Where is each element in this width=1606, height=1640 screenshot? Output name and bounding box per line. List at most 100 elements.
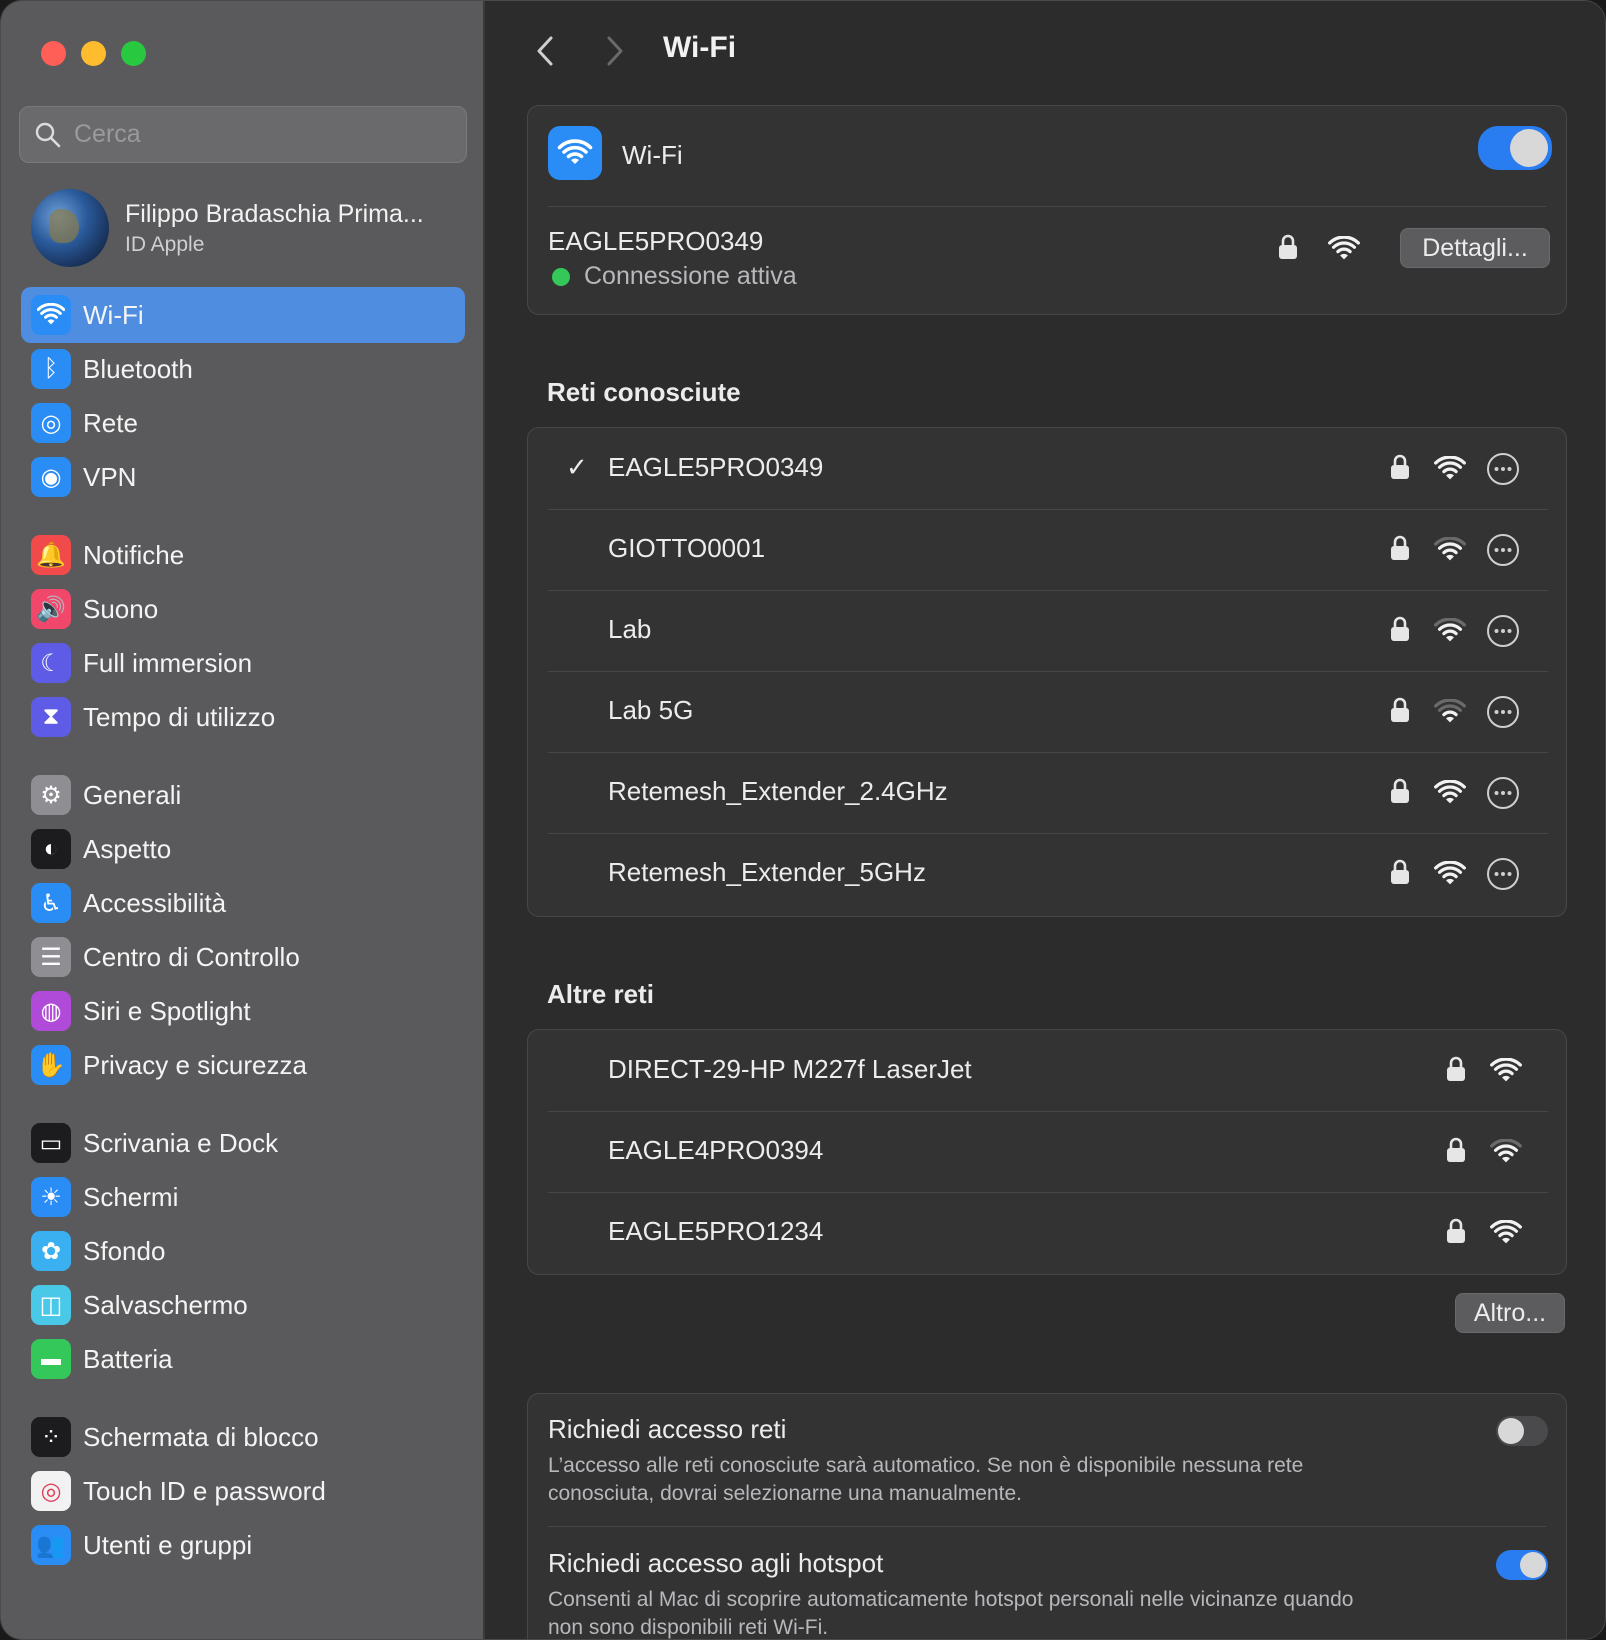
sidebar-item-label: Notifiche bbox=[83, 539, 185, 570]
avatar bbox=[31, 189, 109, 267]
other-network-row[interactable]: EAGLE4PRO0394 bbox=[528, 1111, 1568, 1193]
sidebar-item-wi-fi[interactable]: Wi-Fi bbox=[21, 287, 465, 343]
more-options-icon[interactable] bbox=[1486, 857, 1520, 896]
ask-networks-title: Richiedi accesso reti bbox=[548, 1414, 787, 1444]
sidebar-item-generali[interactable]: ⚙ Generali bbox=[21, 767, 465, 823]
details-button[interactable]: Dettagli... bbox=[1400, 228, 1550, 268]
ask-hotspots-toggle[interactable] bbox=[1496, 1550, 1548, 1580]
current-network-name: EAGLE5PRO0349 bbox=[548, 226, 764, 256]
sidebar-item-label: Generali bbox=[83, 779, 182, 810]
known-network-row[interactable]: GIOTTO0001 bbox=[528, 509, 1568, 591]
sidebar-item-touch-id-e-password[interactable]: ◎ Touch ID e password bbox=[21, 1463, 465, 1519]
close-window-button[interactable] bbox=[41, 41, 66, 66]
ask-hotspots-description: Consenti al Mac di scoprire automaticame… bbox=[548, 1588, 1354, 1639]
search-field[interactable] bbox=[19, 106, 467, 163]
more-options-icon[interactable] bbox=[1486, 695, 1520, 734]
ask-networks-description: L’accesso alle reti conosciute sarà auto… bbox=[548, 1454, 1304, 1505]
more-options-icon[interactable] bbox=[1486, 452, 1520, 491]
users-icon: 👥 bbox=[31, 1525, 71, 1565]
sun-icon: ☀ bbox=[31, 1177, 71, 1217]
accessibility-icon: ♿ bbox=[31, 883, 71, 923]
sidebar-item-sfondo[interactable]: ✿ Sfondo bbox=[21, 1223, 465, 1279]
sidebar-item-label: Aspetto bbox=[83, 833, 172, 864]
wifi-icon bbox=[31, 295, 71, 335]
more-options-icon[interactable] bbox=[1486, 533, 1520, 572]
sidebar-item-label: Accessibilità bbox=[83, 887, 227, 918]
other-network-row[interactable]: DIRECT-29-HP M227f LaserJet bbox=[528, 1030, 1568, 1112]
network-name: GIOTTO0001 bbox=[608, 533, 766, 563]
sidebar-item-tempo-di-utilizzo[interactable]: ⧗ Tempo di utilizzo bbox=[21, 689, 465, 745]
sidebar-item-privacy-e-sicurezza[interactable]: ✋ Privacy e sicurezza bbox=[21, 1037, 465, 1093]
sidebar-item-label: Salvaschermo bbox=[83, 1289, 248, 1320]
zoom-window-button[interactable] bbox=[121, 41, 146, 66]
sidebar-item-siri-e-spotlight[interactable]: ◍ Siri e Spotlight bbox=[21, 983, 465, 1039]
known-network-row[interactable]: Lab 5G bbox=[528, 671, 1568, 753]
sidebar-item-schermi[interactable]: ☀ Schermi bbox=[21, 1169, 465, 1225]
hourglass-icon: ⧗ bbox=[31, 697, 71, 737]
known-network-row[interactable]: ✓ EAGLE5PRO0349 bbox=[528, 428, 1568, 510]
lock-icon bbox=[1390, 535, 1410, 566]
lock-icon bbox=[1446, 1137, 1466, 1168]
sidebar-item-notifiche[interactable]: 🔔 Notifiche bbox=[21, 527, 465, 583]
back-button[interactable] bbox=[527, 31, 563, 71]
sidebar-item-full-immersion[interactable]: ☾ Full immersion bbox=[21, 635, 465, 691]
search-input[interactable] bbox=[74, 120, 454, 149]
other-button[interactable]: Altro... bbox=[1455, 1293, 1565, 1333]
sidebar-item-label: Centro di Controllo bbox=[83, 941, 300, 972]
wifi-signal-icon bbox=[1434, 617, 1466, 649]
bluetooth-icon: ᛒ bbox=[31, 349, 71, 389]
sidebar-item-centro-di-controllo[interactable]: ☰ Centro di Controllo bbox=[21, 929, 465, 985]
lock-icon bbox=[1446, 1056, 1466, 1087]
globe-icon: ◎ bbox=[31, 403, 71, 443]
lock-icon bbox=[1390, 616, 1410, 647]
sidebar-item-bluetooth[interactable]: ᛒ Bluetooth bbox=[21, 341, 465, 397]
sidebar-item-vpn[interactable]: ◉ VPN bbox=[21, 449, 465, 505]
sidebar-item-label: Batteria bbox=[83, 1343, 173, 1374]
lock-icon bbox=[1390, 697, 1410, 728]
sidebar-item-salvaschermo[interactable]: ◫ Salvaschermo bbox=[21, 1277, 465, 1333]
gear-icon: ⚙ bbox=[31, 775, 71, 815]
sidebar-item-suono[interactable]: 🔊 Suono bbox=[21, 581, 465, 637]
sidebar-item-label: Full immersion bbox=[83, 647, 253, 678]
fingerprint-icon: ◎ bbox=[31, 1471, 71, 1511]
known-network-row[interactable]: Retemesh_Extender_2.4GHz bbox=[528, 752, 1568, 834]
sidebar-item-label: VPN bbox=[83, 461, 137, 492]
apple-id-profile[interactable]: Filippo Bradaschia Prima... ID Apple bbox=[31, 189, 461, 267]
other-networks-list: DIRECT-29-HP M227f LaserJet EAGLE4PRO0394… bbox=[527, 1029, 1567, 1275]
known-network-row[interactable]: Retemesh_Extender_5GHz bbox=[528, 833, 1568, 915]
sidebar-item-rete[interactable]: ◎ Rete bbox=[21, 395, 465, 451]
minimize-window-button[interactable] bbox=[81, 41, 106, 66]
forward-button[interactable] bbox=[597, 31, 633, 71]
appearance-icon: ◐ bbox=[31, 829, 71, 869]
siri-icon: ◍ bbox=[31, 991, 71, 1031]
ask-hotspots-title: Richiedi accesso agli hotspot bbox=[548, 1548, 884, 1578]
ask-networks-toggle[interactable] bbox=[1496, 1416, 1548, 1446]
known-network-row[interactable]: Lab bbox=[528, 590, 1568, 672]
lock-icon bbox=[1390, 859, 1410, 890]
wifi-signal-icon bbox=[1434, 779, 1466, 811]
sidebar-item-label: Privacy e sicurezza bbox=[83, 1049, 307, 1080]
more-options-icon[interactable] bbox=[1486, 776, 1520, 815]
status-dot bbox=[552, 268, 570, 286]
known-networks-title: Reti conosciute bbox=[547, 377, 741, 407]
other-network-row[interactable]: EAGLE5PRO1234 bbox=[528, 1192, 1568, 1274]
page-title: Wi-Fi bbox=[663, 31, 737, 64]
sidebar-item-batteria[interactable]: ▬ Batteria bbox=[21, 1331, 465, 1387]
sidebar-item-scrivania-e-dock[interactable]: ▭ Scrivania e Dock bbox=[21, 1115, 465, 1171]
sidebar-item-label: Tempo di utilizzo bbox=[83, 701, 276, 732]
sidebar-item-utenti-e-gruppi[interactable]: 👥 Utenti e gruppi bbox=[21, 1517, 465, 1573]
lock-screen-icon: ⁘ bbox=[31, 1417, 71, 1457]
vpn-globe-icon: ◉ bbox=[31, 457, 71, 497]
chevron-right-icon bbox=[607, 36, 623, 66]
wifi-toggle[interactable] bbox=[1478, 126, 1552, 170]
sidebar-item-schermata-di-blocco[interactable]: ⁘ Schermata di blocco bbox=[21, 1409, 465, 1465]
wifi-status-card: Wi-Fi EAGLE5PRO0349 Connessione attiva D… bbox=[527, 105, 1567, 315]
switches-icon: ☰ bbox=[31, 937, 71, 977]
wifi-signal-icon bbox=[1434, 536, 1466, 568]
more-options-icon[interactable] bbox=[1486, 614, 1520, 653]
sidebar-item-accessibilit[interactable]: ♿ Accessibilità bbox=[21, 875, 465, 931]
sidebar-item-aspetto[interactable]: ◐ Aspetto bbox=[21, 821, 465, 877]
search-icon bbox=[35, 122, 61, 147]
wifi-app-icon bbox=[548, 126, 602, 180]
speaker-icon: 🔊 bbox=[31, 589, 71, 629]
